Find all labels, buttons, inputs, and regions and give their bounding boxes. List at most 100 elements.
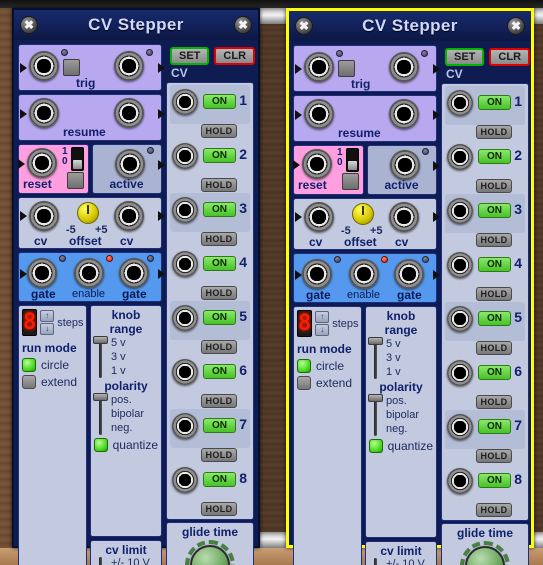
cv-step-jack-4[interactable] — [172, 251, 198, 277]
close-icon-left[interactable]: ✖ — [20, 16, 38, 34]
gate-input-jack[interactable] — [302, 259, 332, 289]
trig-input-jack[interactable] — [29, 51, 59, 81]
close-icon-left[interactable]: ✖ — [295, 17, 313, 35]
run-mode-option-extend[interactable]: extend — [22, 375, 83, 389]
run-mode-radio-circle[interactable] — [297, 359, 311, 373]
reset-toggle-switch[interactable] — [346, 148, 359, 172]
steps-increment-button[interactable]: ↑ — [40, 310, 55, 322]
steps-decrement-button[interactable]: ↓ — [315, 324, 330, 336]
offset-knob[interactable] — [77, 202, 99, 224]
cv-step-on-button-6[interactable]: ON — [478, 365, 511, 380]
set-button[interactable]: SET — [170, 47, 210, 65]
cv-step-hold-button-8[interactable]: HOLD — [201, 502, 237, 516]
knob-range-slider[interactable] — [93, 336, 108, 378]
cv-step-on-button-1[interactable]: ON — [478, 95, 511, 110]
cv-step-jack-2[interactable] — [447, 144, 473, 170]
slider-thumb[interactable] — [368, 394, 383, 402]
cv-step-hold-button-4[interactable]: HOLD — [201, 286, 237, 300]
reset-input-jack[interactable] — [27, 148, 57, 178]
cv-step-hold-button-5[interactable]: HOLD — [201, 340, 237, 354]
cv-step-on-button-8[interactable]: ON — [203, 472, 236, 487]
slider-thumb[interactable] — [93, 336, 108, 344]
slider-track[interactable] — [374, 558, 377, 565]
cv-step-on-button-2[interactable]: ON — [478, 149, 511, 164]
polarity-slider[interactable] — [93, 393, 108, 435]
cv-step-hold-button-4[interactable]: HOLD — [476, 287, 512, 301]
reset-button[interactable] — [342, 173, 359, 190]
close-icon-right[interactable]: ✖ — [234, 16, 252, 34]
cv-step-hold-button-6[interactable]: HOLD — [201, 394, 237, 408]
run-mode-option-circle[interactable]: circle — [297, 359, 358, 373]
cv-step-jack-6[interactable] — [447, 360, 473, 386]
cv-input-jack[interactable] — [29, 201, 59, 231]
cv-step-hold-button-6[interactable]: HOLD — [476, 395, 512, 409]
run-mode-option-extend[interactable]: extend — [297, 376, 358, 390]
cv-step-hold-button-3[interactable]: HOLD — [201, 232, 237, 246]
run-mode-radio-extend[interactable] — [22, 375, 36, 389]
trig-button[interactable] — [338, 60, 355, 77]
quantize-radio[interactable] — [94, 438, 108, 452]
reset-input-jack[interactable] — [302, 149, 332, 179]
clr-button[interactable]: CLR — [214, 47, 256, 65]
quantize-radio[interactable] — [369, 439, 383, 453]
cv-step-jack-5[interactable] — [172, 305, 198, 331]
cv-step-jack-8[interactable] — [447, 468, 473, 494]
cv-step-jack-1[interactable] — [447, 90, 473, 116]
cv-step-jack-7[interactable] — [447, 414, 473, 440]
cv-step-hold-button-7[interactable]: HOLD — [201, 448, 237, 462]
cv-step-on-button-6[interactable]: ON — [203, 364, 236, 379]
cv-step-hold-button-3[interactable]: HOLD — [476, 233, 512, 247]
trig-button[interactable] — [63, 59, 80, 76]
run-mode-radio-extend[interactable] — [297, 376, 311, 390]
cv-step-on-button-8[interactable]: ON — [478, 473, 511, 488]
gate-output-jack[interactable] — [394, 259, 424, 289]
cv-step-jack-7[interactable] — [172, 413, 198, 439]
gate-input-jack[interactable] — [27, 258, 57, 288]
cv-step-hold-button-2[interactable]: HOLD — [201, 178, 237, 192]
quantize-row[interactable]: quantize — [94, 438, 158, 452]
cv-step-on-button-1[interactable]: ON — [203, 94, 236, 109]
cv-step-on-button-5[interactable]: ON — [478, 311, 511, 326]
resume-output-jack[interactable] — [114, 98, 144, 128]
slider-thumb[interactable] — [368, 337, 383, 345]
resume-output-jack[interactable] — [389, 99, 419, 129]
gate-output-jack[interactable] — [119, 258, 149, 288]
cv-step-hold-button-5[interactable]: HOLD — [476, 341, 512, 355]
set-button[interactable]: SET — [445, 48, 485, 66]
cv-step-on-button-5[interactable]: ON — [203, 310, 236, 325]
reset-toggle-switch[interactable] — [71, 147, 84, 171]
slider-thumb[interactable] — [93, 393, 108, 401]
cv-limit-slider[interactable] — [94, 557, 107, 565]
cv-step-jack-3[interactable] — [172, 197, 198, 223]
cv-step-on-button-3[interactable]: ON — [203, 202, 236, 217]
gate-enable-jack[interactable] — [349, 259, 379, 289]
cv-step-on-button-4[interactable]: ON — [203, 256, 236, 271]
cv-input-jack[interactable] — [304, 202, 334, 232]
knob-range-slider[interactable] — [368, 337, 383, 379]
quantize-row[interactable]: quantize — [369, 439, 433, 453]
cv-step-hold-button-7[interactable]: HOLD — [476, 449, 512, 463]
cv-step-on-button-4[interactable]: ON — [478, 257, 511, 272]
resume-input-jack[interactable] — [304, 99, 334, 129]
steps-increment-button[interactable]: ↑ — [315, 311, 330, 323]
cv-step-jack-6[interactable] — [172, 359, 198, 385]
cv-step-jack-5[interactable] — [447, 306, 473, 332]
cv-step-jack-3[interactable] — [447, 198, 473, 224]
cv-step-jack-1[interactable] — [172, 89, 198, 115]
cv-step-on-button-7[interactable]: ON — [478, 419, 511, 434]
clr-button[interactable]: CLR — [489, 48, 531, 66]
cv-output-jack[interactable] — [114, 201, 144, 231]
cv-step-hold-button-1[interactable]: HOLD — [201, 124, 237, 138]
gate-enable-jack[interactable] — [74, 258, 104, 288]
cv-limit-slider[interactable] — [369, 558, 382, 565]
run-mode-radio-circle[interactable] — [22, 358, 36, 372]
trig-input-jack[interactable] — [304, 52, 334, 82]
resume-input-jack[interactable] — [29, 98, 59, 128]
cv-step-jack-2[interactable] — [172, 143, 198, 169]
slider-track[interactable] — [99, 557, 102, 565]
cv-step-on-button-3[interactable]: ON — [478, 203, 511, 218]
active-output-jack[interactable] — [389, 150, 420, 180]
cv-step-hold-button-1[interactable]: HOLD — [476, 125, 512, 139]
active-output-jack[interactable] — [114, 149, 145, 179]
cv-step-jack-8[interactable] — [172, 467, 198, 493]
